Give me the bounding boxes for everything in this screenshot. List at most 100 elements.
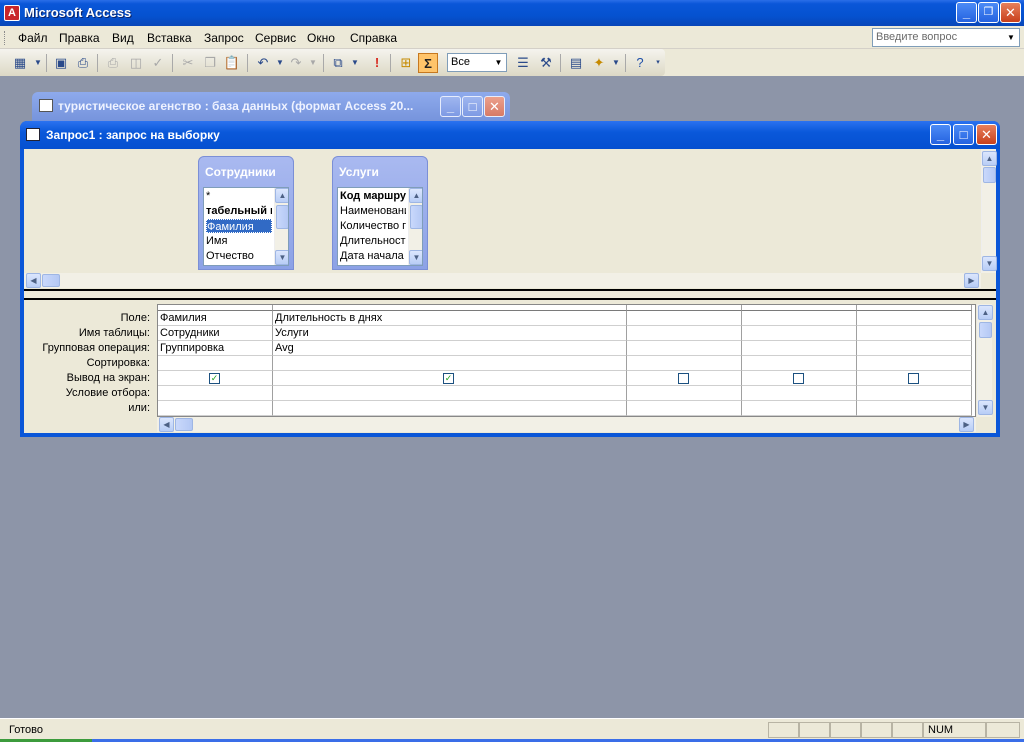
redo-dropdown-icon[interactable]: ▼ <box>303 53 323 73</box>
cut-icon[interactable]: ✂ <box>178 53 198 73</box>
show-checkbox[interactable] <box>793 373 804 384</box>
database-window[interactable]: туристическое агенство : база данных (фо… <box>32 92 510 122</box>
chevron-up-icon[interactable]: ▲ <box>982 151 997 166</box>
grid-criteria-cell[interactable] <box>158 386 273 401</box>
copy-icon[interactable]: ❐ <box>200 53 220 73</box>
properties-icon[interactable]: ☰ <box>513 53 533 73</box>
show-table-icon[interactable]: ⊞ <box>396 53 416 73</box>
new-object-dropdown-icon[interactable]: ▼ <box>606 53 626 73</box>
field-item[interactable]: Количество г <box>340 219 406 233</box>
scroll-thumb[interactable] <box>42 274 60 287</box>
table-pane[interactable]: Сотрудники * табельный н Фамилия Имя Отч… <box>24 149 997 289</box>
field-item[interactable]: Фамилия <box>206 219 272 233</box>
field-item[interactable]: табельный н <box>206 204 272 218</box>
grid-sort-cell[interactable] <box>273 356 627 371</box>
field-list-scrollbar[interactable]: ▲ ▼ <box>408 188 422 265</box>
chevron-up-icon[interactable]: ▲ <box>409 188 422 203</box>
totals-icon[interactable]: Σ <box>418 53 438 73</box>
build-icon[interactable]: ⚒ <box>536 53 556 73</box>
field-item[interactable]: Отчество <box>206 249 272 263</box>
chevron-down-icon[interactable]: ▼ <box>275 250 288 265</box>
scroll-thumb[interactable] <box>410 205 422 229</box>
menu-grip[interactable] <box>4 31 7 45</box>
view-dropdown-icon[interactable]: ▼ <box>28 53 48 73</box>
grid-field-cell[interactable] <box>627 311 742 326</box>
grid-show-cell[interactable] <box>627 371 742 386</box>
menu-window[interactable]: Окно <box>307 31 335 45</box>
db-close-button[interactable]: ✕ <box>484 96 505 117</box>
grid-or-cell[interactable] <box>857 401 972 416</box>
table-pane-hscroll[interactable]: ◀ ▶ <box>24 273 981 288</box>
show-checkbox[interactable] <box>908 373 919 384</box>
field-item[interactable]: Длительност <box>340 234 406 248</box>
grid-show-cell[interactable]: ✓ <box>273 371 627 386</box>
field-item[interactable]: Имя <box>206 234 272 248</box>
scroll-thumb[interactable] <box>983 167 996 183</box>
grid-sort-cell[interactable] <box>627 356 742 371</box>
close-button[interactable]: ✕ <box>1000 2 1021 23</box>
grid-vscroll[interactable]: ▲ ▼ <box>977 304 993 417</box>
menu-insert[interactable]: Вставка <box>147 31 192 45</box>
run-icon[interactable]: ! <box>367 53 387 73</box>
restore-button[interactable]: ❐ <box>978 2 999 23</box>
field-list[interactable]: Код маршрут Наименовани Количество г Дли… <box>337 187 423 266</box>
grid-total-cell[interactable] <box>857 341 972 356</box>
grid-total-cell[interactable]: Avg <box>273 341 627 356</box>
field-item[interactable]: Наименовани <box>340 204 406 218</box>
scroll-thumb[interactable] <box>979 322 992 338</box>
field-item[interactable]: Дата начала <box>340 249 406 263</box>
field-item[interactable]: * <box>206 189 272 203</box>
show-checkbox[interactable] <box>678 373 689 384</box>
grid-sort-cell[interactable] <box>742 356 857 371</box>
grid-or-cell[interactable] <box>273 401 627 416</box>
grid-table-cell[interactable]: Сотрудники <box>158 326 273 341</box>
grid-sort-cell[interactable] <box>158 356 273 371</box>
show-checkbox[interactable]: ✓ <box>443 373 454 384</box>
help-question-input[interactable]: Введите вопрос ▼ <box>872 28 1020 47</box>
minimize-button[interactable]: _ <box>956 2 977 23</box>
grid-hscroll[interactable]: ◀ ▶ <box>157 417 976 432</box>
grid-total-cell[interactable]: Группировка <box>158 341 273 356</box>
print-preview-icon[interactable]: ⎙ <box>73 53 93 73</box>
help-icon[interactable]: ? <box>630 53 650 73</box>
db-minimize-button[interactable]: _ <box>440 96 461 117</box>
scroll-thumb[interactable] <box>276 205 288 229</box>
show-checkbox[interactable]: ✓ <box>209 373 220 384</box>
menu-help[interactable]: Справка <box>350 31 397 45</box>
field-list-scrollbar[interactable]: ▲ ▼ <box>274 188 288 265</box>
scroll-thumb[interactable] <box>175 418 193 431</box>
print-icon[interactable]: ⎙ <box>103 53 123 73</box>
grid-table-cell[interactable] <box>742 326 857 341</box>
paste-icon[interactable]: 📋 <box>222 53 242 73</box>
menu-edit[interactable]: Правка <box>59 31 100 45</box>
grid-criteria-cell[interactable] <box>742 386 857 401</box>
database-window-icon[interactable]: ▤ <box>566 53 586 73</box>
grid-field-cell[interactable] <box>742 311 857 326</box>
field-item[interactable]: Код маршрут <box>340 189 406 203</box>
grid-table-cell[interactable] <box>627 326 742 341</box>
grid-or-cell[interactable] <box>158 401 273 416</box>
chevron-right-icon[interactable]: ▶ <box>964 273 979 288</box>
grid-table-cell[interactable]: Услуги <box>273 326 627 341</box>
grid-criteria-cell[interactable] <box>627 386 742 401</box>
grid-or-cell[interactable] <box>627 401 742 416</box>
pane-splitter[interactable] <box>24 289 996 300</box>
table-employees[interactable]: Сотрудники * табельный н Фамилия Имя Отч… <box>198 156 294 270</box>
top-values-select[interactable]: Все ▼ <box>447 53 507 72</box>
grid-show-cell[interactable]: ✓ <box>158 371 273 386</box>
grid-total-cell[interactable] <box>742 341 857 356</box>
grid-field-cell[interactable] <box>857 311 972 326</box>
chevron-left-icon[interactable]: ◀ <box>26 273 41 288</box>
chevron-down-icon[interactable]: ▼ <box>409 250 422 265</box>
view-icon[interactable]: ▦ <box>10 53 30 73</box>
table-pane-vscroll[interactable]: ▲ ▼ <box>981 149 997 273</box>
spelling-icon[interactable]: ✓ <box>148 53 168 73</box>
chevron-down-icon[interactable]: ▼ <box>982 256 997 271</box>
chevron-up-icon[interactable]: ▲ <box>978 305 993 320</box>
menu-query[interactable]: Запрос <box>204 31 244 45</box>
toolbar-options-icon[interactable]: ▾ <box>652 53 664 73</box>
grid-show-cell[interactable] <box>742 371 857 386</box>
save-icon[interactable]: ▣ <box>51 53 71 73</box>
chevron-left-icon[interactable]: ◀ <box>159 417 174 432</box>
menu-tools[interactable]: Сервис <box>255 31 296 45</box>
